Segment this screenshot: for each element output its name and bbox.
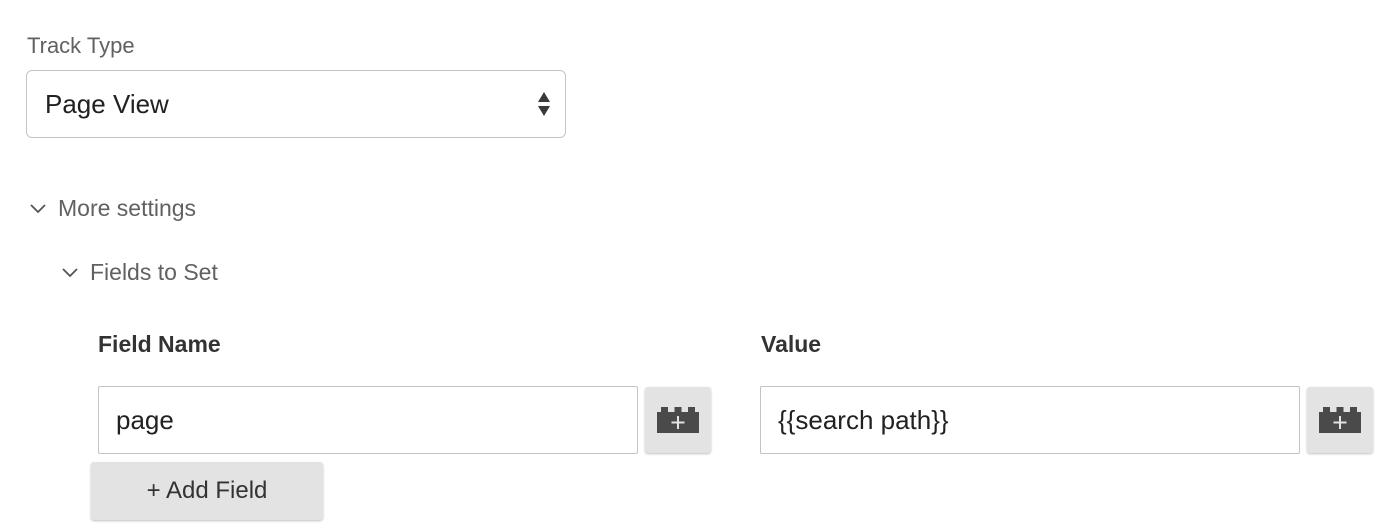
track-type-label: Track Type bbox=[27, 33, 135, 58]
value-column-header: Value bbox=[761, 331, 822, 357]
more-settings-label: More settings bbox=[58, 195, 197, 221]
chevron-down-icon bbox=[30, 203, 46, 213]
tag-configuration-panel: Track Type Page View More settings Field… bbox=[0, 0, 1398, 532]
add-field-button[interactable]: + Add Field bbox=[91, 462, 323, 520]
field-name-column-header: Field Name bbox=[98, 331, 221, 357]
track-type-select[interactable]: Page View bbox=[26, 70, 566, 138]
more-settings-toggle[interactable]: More settings bbox=[29, 195, 196, 222]
variable-brick-icon bbox=[657, 407, 699, 433]
field-value-input[interactable] bbox=[760, 386, 1300, 454]
select-arrows-icon bbox=[538, 92, 550, 116]
fields-to-set-label: Fields to Set bbox=[90, 259, 218, 285]
insert-variable-button[interactable] bbox=[645, 387, 711, 453]
insert-variable-button[interactable] bbox=[1307, 387, 1373, 453]
track-type-selected-value: Page View bbox=[45, 88, 169, 119]
field-name-input[interactable] bbox=[98, 386, 638, 454]
fields-to-set-toggle[interactable]: Fields to Set bbox=[61, 259, 218, 286]
chevron-down-icon bbox=[62, 267, 78, 277]
variable-brick-icon bbox=[1319, 407, 1361, 433]
